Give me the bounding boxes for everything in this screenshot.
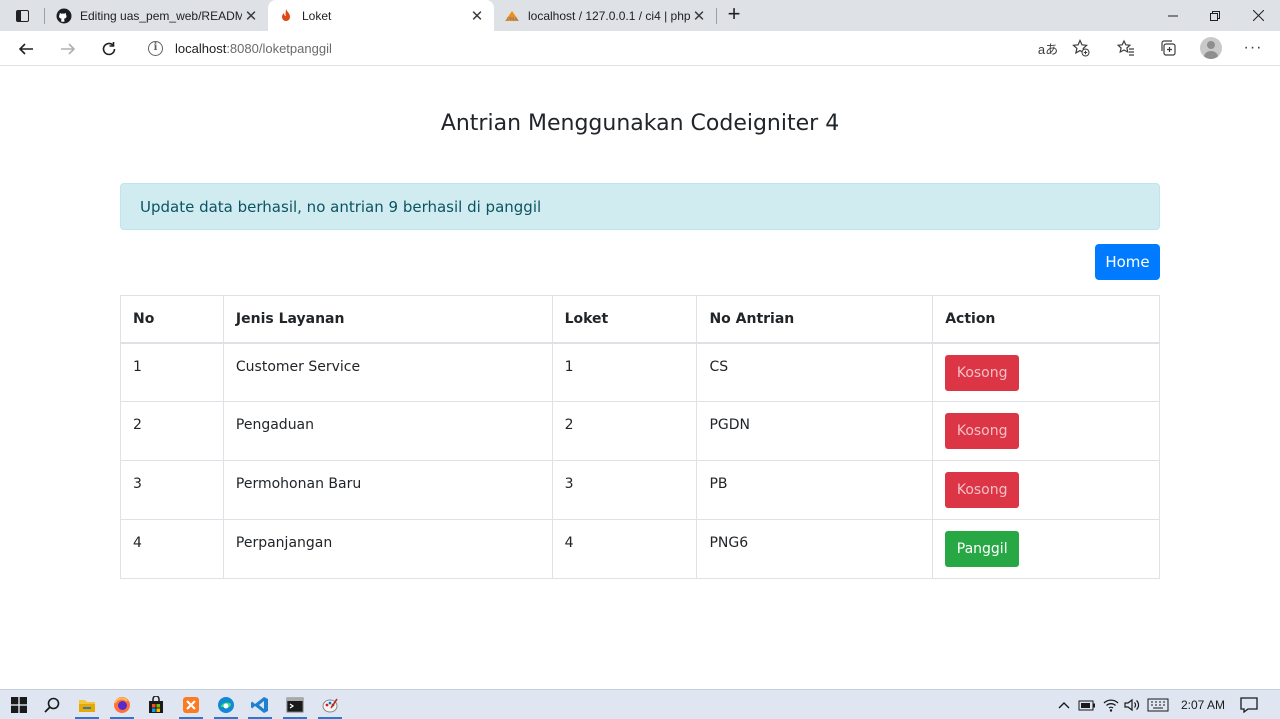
header-action: Action bbox=[932, 295, 1160, 344]
phpmyadmin-icon: PMA bbox=[504, 8, 520, 24]
cell-loket: 3 bbox=[551, 460, 698, 520]
search-icon[interactable] bbox=[41, 694, 63, 716]
cell-no-antrian: PB bbox=[696, 460, 934, 520]
kosong-button[interactable]: Kosong bbox=[945, 413, 1020, 449]
page-title: Antrian Menggunakan Codeigniter 4 bbox=[440, 111, 840, 136]
favorites-icon[interactable] bbox=[1115, 37, 1137, 59]
header-no: No bbox=[120, 295, 224, 344]
home-button[interactable]: Home bbox=[1095, 244, 1160, 280]
codeigniter-flame-icon bbox=[278, 8, 294, 24]
github-icon bbox=[56, 8, 72, 24]
show-hidden-icons-icon[interactable] bbox=[1058, 695, 1070, 715]
page-content: Antrian Menggunakan Codeigniter 4 Update… bbox=[0, 67, 1280, 689]
cell-no-antrian: CS bbox=[696, 342, 934, 402]
tab-loket[interactable]: Loket ✕ bbox=[268, 0, 494, 31]
battery-icon[interactable] bbox=[1078, 695, 1096, 715]
tab-label: localhost / 127.0.0.1 / ci4 | phpMyAdmin bbox=[528, 8, 690, 23]
tab-actions-icon bbox=[15, 10, 29, 22]
back-arrow-icon bbox=[18, 43, 33, 55]
table-header-row: No Jenis Layanan Loket No Antrian Action bbox=[120, 295, 1160, 344]
profile-avatar[interactable] bbox=[1200, 37, 1222, 59]
cell-no: 3 bbox=[120, 460, 224, 520]
close-tab-icon[interactable]: ✕ bbox=[242, 7, 260, 25]
volume-icon[interactable] bbox=[1124, 695, 1140, 715]
cell-jenis-layanan: Pengaduan bbox=[222, 401, 553, 461]
header-no-antrian: No Antrian bbox=[696, 295, 934, 344]
cell-no-antrian: PGDN bbox=[696, 401, 934, 461]
panggil-button[interactable]: Panggil bbox=[945, 531, 1020, 567]
cell-action: Kosong bbox=[932, 460, 1160, 520]
cell-jenis-layanan: Permohonan Baru bbox=[222, 460, 553, 520]
site-info-icon[interactable]: i bbox=[148, 41, 163, 56]
refresh-icon bbox=[102, 42, 116, 56]
table-row: 3 Permohonan Baru 3 PB Kosong bbox=[120, 460, 1160, 520]
cell-loket: 2 bbox=[551, 401, 698, 461]
keyboard-icon[interactable] bbox=[1147, 695, 1169, 715]
tab-label: Loket bbox=[302, 8, 332, 23]
terminal-icon[interactable] bbox=[284, 694, 306, 716]
address-bar[interactable]: i localhost:8080/loketpanggil bbox=[134, 34, 1100, 63]
close-window-button[interactable] bbox=[1237, 0, 1279, 31]
close-tab-icon[interactable]: ✕ bbox=[690, 7, 708, 25]
back-button[interactable] bbox=[12, 35, 40, 63]
firefox-icon[interactable] bbox=[111, 694, 133, 716]
cell-jenis-layanan: Perpanjangan bbox=[222, 519, 553, 579]
browser-tab-strip: Editing uas_pem_web/README.md ✕ Loket ✕ … bbox=[0, 0, 1280, 31]
vscode-icon[interactable] bbox=[249, 694, 271, 716]
close-tab-icon[interactable]: ✕ bbox=[468, 7, 486, 25]
tab-phpmyadmin[interactable]: PMA localhost / 127.0.0.1 / ci4 | phpMyA… bbox=[494, 0, 716, 31]
cell-action: Panggil bbox=[932, 519, 1160, 579]
svg-text:PMA: PMA bbox=[507, 17, 518, 23]
kosong-button[interactable]: Kosong bbox=[945, 354, 1020, 391]
forward-arrow-icon bbox=[61, 43, 76, 55]
url-text: localhost:8080/loketpanggil bbox=[175, 41, 332, 56]
queue-table: No Jenis Layanan Loket No Antrian Action… bbox=[120, 295, 1160, 579]
header-jenis-layanan: Jenis Layanan bbox=[222, 295, 553, 344]
clock[interactable]: 2:07 AM bbox=[1181, 695, 1225, 715]
notification-center-icon[interactable] bbox=[1240, 695, 1258, 715]
tab-actions-button[interactable] bbox=[10, 6, 34, 26]
wifi-icon[interactable] bbox=[1103, 695, 1119, 715]
cell-action: Kosong bbox=[932, 342, 1160, 402]
tab-github-readme[interactable]: Editing uas_pem_web/README.md ✕ bbox=[46, 0, 268, 31]
cell-jenis-layanan: Customer Service bbox=[222, 342, 553, 402]
tab-separator bbox=[716, 8, 717, 24]
cell-no-antrian: PNG6 bbox=[696, 519, 934, 579]
paint-icon[interactable] bbox=[319, 694, 341, 716]
forward-button[interactable] bbox=[54, 35, 82, 63]
refresh-button[interactable] bbox=[95, 35, 123, 63]
cell-loket: 4 bbox=[551, 519, 698, 579]
table-row: 1 Customer Service 1 CS Kosong bbox=[120, 342, 1160, 402]
success-alert: Update data berhasil, no antrian 9 berha… bbox=[120, 183, 1160, 230]
header-loket: Loket bbox=[551, 295, 698, 344]
more-options-icon[interactable]: ··· bbox=[1242, 37, 1264, 59]
cell-no: 1 bbox=[120, 342, 224, 402]
minimize-button[interactable] bbox=[1152, 0, 1194, 31]
kosong-button[interactable]: Kosong bbox=[945, 472, 1020, 508]
cell-no: 4 bbox=[120, 519, 224, 579]
edge-icon[interactable] bbox=[215, 694, 237, 716]
browser-toolbar: i localhost:8080/loketpanggil aあ ··· bbox=[0, 31, 1280, 66]
windows-start-icon[interactable] bbox=[8, 694, 30, 716]
cell-no: 2 bbox=[120, 401, 224, 461]
xampp-icon[interactable] bbox=[180, 694, 202, 716]
collections-icon[interactable] bbox=[1157, 37, 1179, 59]
add-favorite-icon[interactable] bbox=[1070, 37, 1092, 59]
cell-loket: 1 bbox=[551, 342, 698, 402]
restore-button[interactable] bbox=[1194, 0, 1236, 31]
read-aloud-icon[interactable]: aあ bbox=[1037, 37, 1059, 59]
cell-action: Kosong bbox=[932, 401, 1160, 461]
store-icon[interactable] bbox=[145, 694, 167, 716]
new-tab-button[interactable]: + bbox=[722, 3, 746, 26]
table-row: 2 Pengaduan 2 PGDN Kosong bbox=[120, 401, 1160, 461]
windows-taskbar: 2:07 AM bbox=[0, 689, 1280, 719]
tab-separator bbox=[44, 8, 45, 24]
tab-label: Editing uas_pem_web/README.md bbox=[80, 8, 242, 23]
table-row: 4 Perpanjangan 4 PNG6 Panggil bbox=[120, 519, 1160, 579]
file-explorer-icon[interactable] bbox=[76, 694, 98, 716]
